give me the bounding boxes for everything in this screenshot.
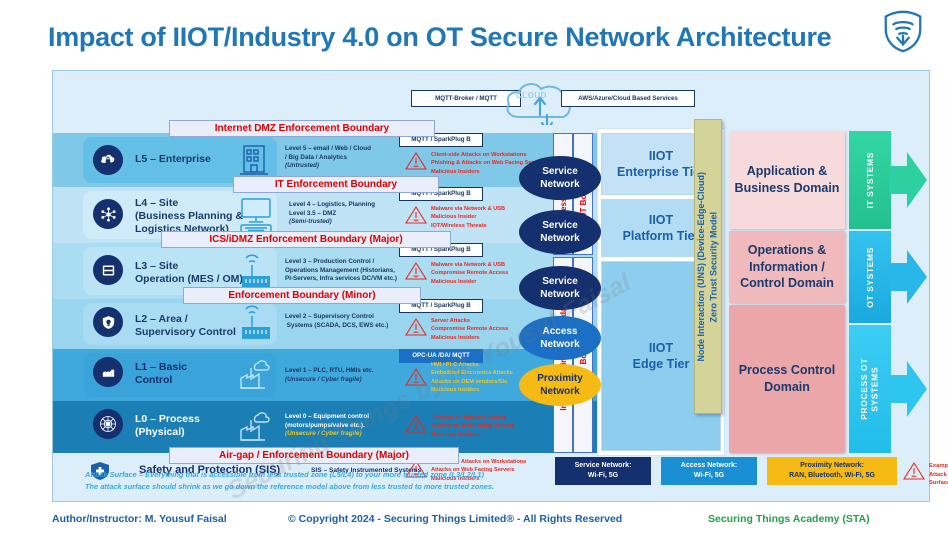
legend-example-attack-surface: ExampleAttack Surface bbox=[929, 463, 948, 487]
boundary-minor: Enforcement Boundary (Minor) bbox=[183, 287, 421, 304]
level-desc-l2: Level 2 – Supervisory Control Systems (S… bbox=[285, 313, 389, 329]
system-arrow-ot-head bbox=[889, 250, 927, 304]
factory-icon-l0 bbox=[240, 412, 270, 441]
warning-triangle-icon-legend bbox=[903, 461, 925, 480]
attacks-l3: Malware via Network & USB Compromise Remo… bbox=[431, 262, 509, 285]
plc-controller-icon bbox=[93, 357, 123, 387]
network-ellipse-access-l2: Access Network bbox=[519, 316, 601, 360]
system-arrow-process-ot-label: PROCESS OT SYSTEMS bbox=[859, 358, 880, 420]
level-desc-l0: Level 0 – Equipment control (motors/pumps… bbox=[285, 413, 369, 437]
network-ellipse-proximity-l1: Proximity Network bbox=[519, 364, 601, 406]
warning-triangle-icon-l3 bbox=[405, 261, 427, 280]
level-desc-l4: Level 4 – Logistics, Planning Level 3.5 –… bbox=[289, 201, 376, 225]
domain-process-control: Process Control Domain bbox=[729, 305, 845, 453]
level-desc-l3: Level 3 – Production Control / Operations… bbox=[285, 258, 397, 282]
footer-copyright: © Copyright 2024 - Securing Things Limit… bbox=[288, 513, 623, 525]
boundary-ics-idmz: ICS/iDMZ Enforcement Boundary (Major) bbox=[161, 231, 451, 248]
warning-triangle-icon-l4 bbox=[405, 205, 427, 224]
level-label-l1: L1 – Basic Control bbox=[135, 361, 187, 387]
legend-access-network: Access Network: Wi-Fi, 5G bbox=[661, 457, 757, 485]
system-arrow-ot-label: OT SYSTEMS bbox=[864, 246, 875, 308]
system-arrow-process-ot-body: PROCESS OT SYSTEMS bbox=[849, 325, 891, 453]
boundary-internet-dmz: Internet DMZ Enforcement Boundary bbox=[169, 120, 435, 137]
network-ellipse-service-l3: Service Network bbox=[519, 266, 601, 310]
level-label-l5: L5 – Enterprise bbox=[135, 153, 211, 165]
level-desc-l1: Level 1 – PLC, RTU, HMIs etc. (Unsecure /… bbox=[285, 367, 374, 383]
system-arrow-process-ot-head bbox=[889, 361, 927, 417]
level-label-l0: L0 – Process (Physical) bbox=[135, 413, 200, 439]
system-arrow-it: IT SYSTEMS bbox=[849, 131, 927, 229]
securing-things-shield-logo bbox=[884, 10, 922, 53]
diagram-canvas: MQTT-Broker / MQTT CLOUD AWS/Azure/Cloud… bbox=[52, 70, 948, 505]
warning-triangle-icon-l5 bbox=[405, 151, 427, 170]
legend-proximity-network: Proximity Network: RAN, Bluetooth, Wi-Fi,… bbox=[767, 457, 897, 485]
system-arrow-it-head bbox=[889, 152, 927, 208]
level-label-l2: L2 – Area / Supervisory Control bbox=[135, 313, 236, 339]
process-brain-icon bbox=[93, 409, 123, 439]
warning-triangle-icon-l2 bbox=[405, 317, 427, 336]
legend-service-network: Service Network: Wi-Fi, 5G bbox=[555, 457, 651, 485]
warning-triangle-icon-l1 bbox=[405, 367, 427, 386]
cloud-label: CLOUD bbox=[516, 91, 547, 100]
footer-academy: Securing Things Academy (STA) bbox=[708, 513, 870, 525]
enterprise-building-icon bbox=[240, 145, 268, 178]
server-icon bbox=[93, 255, 123, 285]
level-desc-l5: Level 5 – email / Web / Cloud / Big Data … bbox=[285, 145, 371, 169]
system-arrow-ot-body: OT SYSTEMS bbox=[849, 231, 891, 323]
network-ellipse-service-l5: Service Network bbox=[519, 156, 601, 200]
cloud-services-box: AWS/Azure/Cloud Based Services bbox=[561, 90, 695, 107]
attacks-l0: Physical or Wireless Access Attacks on We… bbox=[431, 415, 515, 438]
shield-bulb-icon bbox=[93, 307, 123, 337]
cloud-lock-icon bbox=[93, 145, 123, 175]
domain-operations-information: Operations & Information / Control Domain bbox=[729, 231, 845, 303]
system-arrow-it-label: IT SYSTEMS bbox=[864, 151, 875, 209]
network-ellipse-service-l4: Service Network bbox=[519, 210, 601, 254]
attacks-l2: Server Attacks Compromise Remote Access Ma… bbox=[431, 318, 509, 341]
attack-surface-note-line2: The attack surface should shrink as we g… bbox=[85, 481, 495, 491]
wireless-plant-icon-l3 bbox=[242, 254, 270, 288]
desktop-computer-icon bbox=[240, 198, 272, 233]
page-title: Impact of IIOT/Industry 4.0 on OT Secure… bbox=[48, 22, 832, 52]
level-label-l3: L3 – Site Operation (MES / OM) bbox=[135, 260, 243, 286]
attack-surface-note: Attack Surface = Everything that is acce… bbox=[85, 469, 494, 493]
boundary-it: IT Enforcement Boundary bbox=[233, 176, 439, 193]
attacks-l4: Malware via Network & USB Malicious Insid… bbox=[431, 206, 505, 229]
attacks-l1: HMI / PLC Attacks Embedded Electronics At… bbox=[431, 362, 513, 394]
footer-author: Author/Instructor: M. Yousuf Faisal bbox=[52, 513, 227, 525]
uns-zero-trust-strip: Node Interaction (UNS) (Device-Edge-Clou… bbox=[694, 119, 722, 414]
attack-surface-note-line1: Attack Surface = Everything that is acce… bbox=[85, 470, 484, 479]
system-arrow-ot: OT SYSTEMS bbox=[849, 231, 927, 323]
system-arrow-process-ot: PROCESS OT SYSTEMS bbox=[849, 325, 927, 453]
wireless-plant-icon-l2 bbox=[242, 305, 270, 339]
system-arrow-it-body: IT SYSTEMS bbox=[849, 131, 891, 229]
uns-label: Node Interaction (UNS) (Device-Edge-Clou… bbox=[696, 171, 719, 362]
domain-application-business: Application & Business Domain bbox=[729, 131, 845, 229]
warning-triangle-icon-l0 bbox=[405, 414, 427, 433]
factory-icon-l1 bbox=[240, 360, 270, 389]
boundary-airgap: Air-gap / Enforcement Boundary (Major) bbox=[169, 447, 459, 464]
network-nodes-icon bbox=[93, 199, 123, 229]
